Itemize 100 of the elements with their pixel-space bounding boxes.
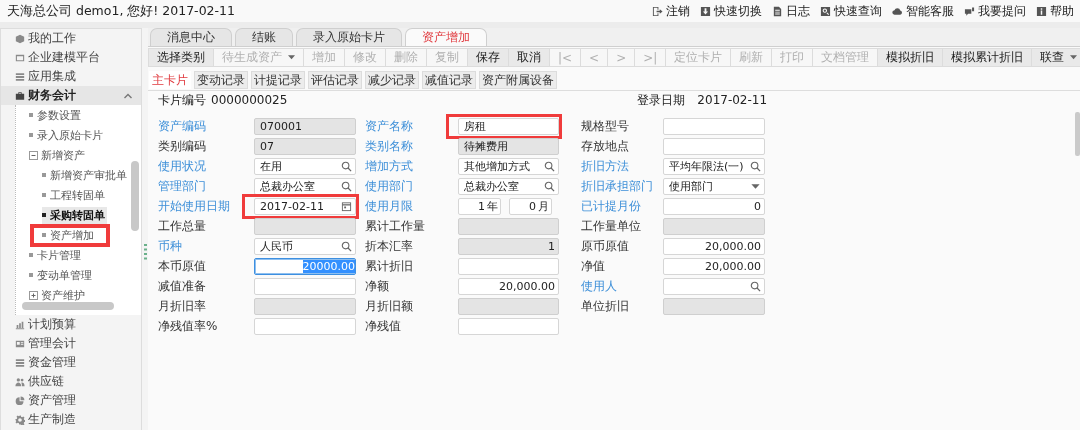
tab[interactable]: 主卡片 xyxy=(149,71,191,89)
briefcase-icon xyxy=(15,90,25,101)
lookup-field[interactable]: 总裁办公室 xyxy=(458,177,559,195)
toolbar-button[interactable]: 联查 xyxy=(1031,48,1080,67)
field-label: 类别编码 xyxy=(158,137,207,155)
toolbar-button[interactable]: 选择类别 xyxy=(148,48,214,67)
input-field[interactable]: 房租 xyxy=(458,117,559,135)
input-field[interactable]: 20,000.00 xyxy=(663,237,765,255)
input-field[interactable]: 07 xyxy=(254,137,356,155)
splitter-bar[interactable] xyxy=(142,28,148,430)
input-field[interactable]: 0 月 xyxy=(509,197,552,215)
tab[interactable]: 消息中心 xyxy=(150,28,232,46)
info-icon xyxy=(1036,5,1047,17)
nav-item[interactable]: 企业建模平台 xyxy=(1,48,141,67)
toolbar-button[interactable]: 模拟折旧 xyxy=(877,48,944,67)
field-label: 月折旧率 xyxy=(158,297,207,315)
nav-item[interactable]: 供应链 xyxy=(1,372,141,391)
tab[interactable]: 结账 xyxy=(235,28,293,46)
field-label: 管理部门 xyxy=(158,177,207,195)
nav-item[interactable]: 资金管理 xyxy=(1,353,141,372)
tab[interactable]: 计提记录 xyxy=(251,71,305,89)
toolbar-button[interactable]: 保存 xyxy=(467,48,509,67)
field-label: 资产编码 xyxy=(158,117,207,135)
header-link[interactable]: 帮助 xyxy=(1036,2,1074,20)
lookup-field[interactable]: 在用 xyxy=(254,157,356,175)
field-label: 单位折旧 xyxy=(581,297,630,315)
tree-item[interactable]: 资产维护 xyxy=(29,286,87,304)
field-label: 使用状况 xyxy=(158,157,207,175)
grip-icon xyxy=(143,244,147,260)
nav-item[interactable]: 计划预算 xyxy=(1,315,141,334)
nav-item[interactable]: 应用集成 xyxy=(1,67,141,86)
nav-item[interactable]: 生产制造 xyxy=(1,410,141,429)
header-link[interactable]: 快速切换 xyxy=(700,2,762,20)
lookup-field[interactable] xyxy=(663,277,765,295)
field-label: 折本汇率 xyxy=(365,237,414,255)
input-field[interactable]: 20,000.00 xyxy=(663,257,765,275)
unit-label: 年 xyxy=(487,198,498,214)
header-link[interactable]: 我要提问 xyxy=(964,2,1026,20)
field-label: 已计提月份 xyxy=(581,197,642,215)
input-field[interactable] xyxy=(254,297,356,315)
input-field[interactable] xyxy=(458,217,559,235)
input-field[interactable] xyxy=(663,117,765,135)
scrollbar[interactable] xyxy=(1075,112,1080,156)
scrollbar[interactable] xyxy=(131,161,139,231)
bullet-icon xyxy=(29,113,33,117)
field-label: 累计工作量 xyxy=(365,217,426,235)
logout-icon xyxy=(652,5,663,17)
nav-item[interactable]: 我的工作 xyxy=(1,29,141,48)
tree-item[interactable]: 参数设置 xyxy=(29,106,83,124)
header-link[interactable]: 智能客服 xyxy=(892,2,954,20)
lookup-field[interactable]: 其他增加方式 xyxy=(458,157,559,175)
field-label: 月折旧额 xyxy=(365,297,414,315)
tab[interactable]: 减值记录 xyxy=(422,71,476,89)
input-field[interactable]: 1 xyxy=(458,237,559,255)
input-field[interactable]: 0 xyxy=(663,197,765,215)
input-field[interactable] xyxy=(254,317,356,335)
header-link[interactable]: 日志 xyxy=(772,2,810,20)
tree-item[interactable]: 采购转固单 xyxy=(42,206,107,224)
nav-item[interactable]: 管理会计 xyxy=(1,334,141,353)
tree-item[interactable]: 卡片管理 xyxy=(29,246,83,264)
tree-item[interactable]: 变动单管理 xyxy=(29,266,94,284)
list-icon xyxy=(15,357,25,368)
scrollbar[interactable] xyxy=(22,302,114,310)
lookup-field[interactable]: 平均年限法(一) xyxy=(663,157,765,175)
field-label: 原币原值 xyxy=(581,237,630,255)
input-field[interactable] xyxy=(254,277,356,295)
tab[interactable]: 录入原始卡片 xyxy=(296,28,402,46)
nav-item[interactable]: 资产管理 xyxy=(1,391,141,410)
people-icon xyxy=(15,376,25,387)
tree-item[interactable]: 新增资产 xyxy=(29,146,87,164)
input-field[interactable] xyxy=(458,317,559,335)
input-field[interactable] xyxy=(458,297,559,315)
tab[interactable]: 评估记录 xyxy=(308,71,362,89)
caret-down-icon xyxy=(288,55,295,60)
tree-item[interactable]: 新增资产审批单 xyxy=(42,166,129,184)
dropdown-field[interactable]: 使用部门 xyxy=(663,177,765,195)
toolbar-button[interactable]: 取消 xyxy=(508,48,550,67)
input-field[interactable]: 1 年 xyxy=(458,197,501,215)
tab[interactable]: 减少记录 xyxy=(365,71,419,89)
tab[interactable]: 变动记录 xyxy=(194,71,248,89)
field-label: 卡片编号 xyxy=(158,91,206,109)
input-field[interactable]: 20,000.00 xyxy=(458,277,559,295)
tree-item[interactable]: 工程转固单 xyxy=(42,186,107,204)
input-field[interactable]: 070001 xyxy=(254,117,356,135)
header-link[interactable]: 快速查询 xyxy=(820,2,882,20)
tab[interactable]: 资产附属设备 xyxy=(479,71,557,89)
input-field[interactable] xyxy=(663,297,765,315)
lookup-field[interactable]: 人民币 xyxy=(254,237,356,255)
toolbar-button[interactable]: 模拟累计折旧 xyxy=(942,48,1033,67)
input-field[interactable] xyxy=(663,217,765,235)
input-field[interactable] xyxy=(663,137,765,155)
window-icon xyxy=(15,52,25,63)
header-link[interactable]: 注销 xyxy=(652,2,690,20)
input-field[interactable] xyxy=(458,257,559,275)
nav-item[interactable]: 财务会计 xyxy=(1,86,141,105)
date-field[interactable]: 2017-02-11 xyxy=(254,197,356,215)
tree-item[interactable]: 资产增加 xyxy=(42,226,96,244)
tab[interactable]: 资产增加 xyxy=(405,28,487,46)
tree-item[interactable]: 录入原始卡片 xyxy=(29,126,105,144)
lookup-field[interactable]: 总裁办公室 xyxy=(254,177,356,195)
